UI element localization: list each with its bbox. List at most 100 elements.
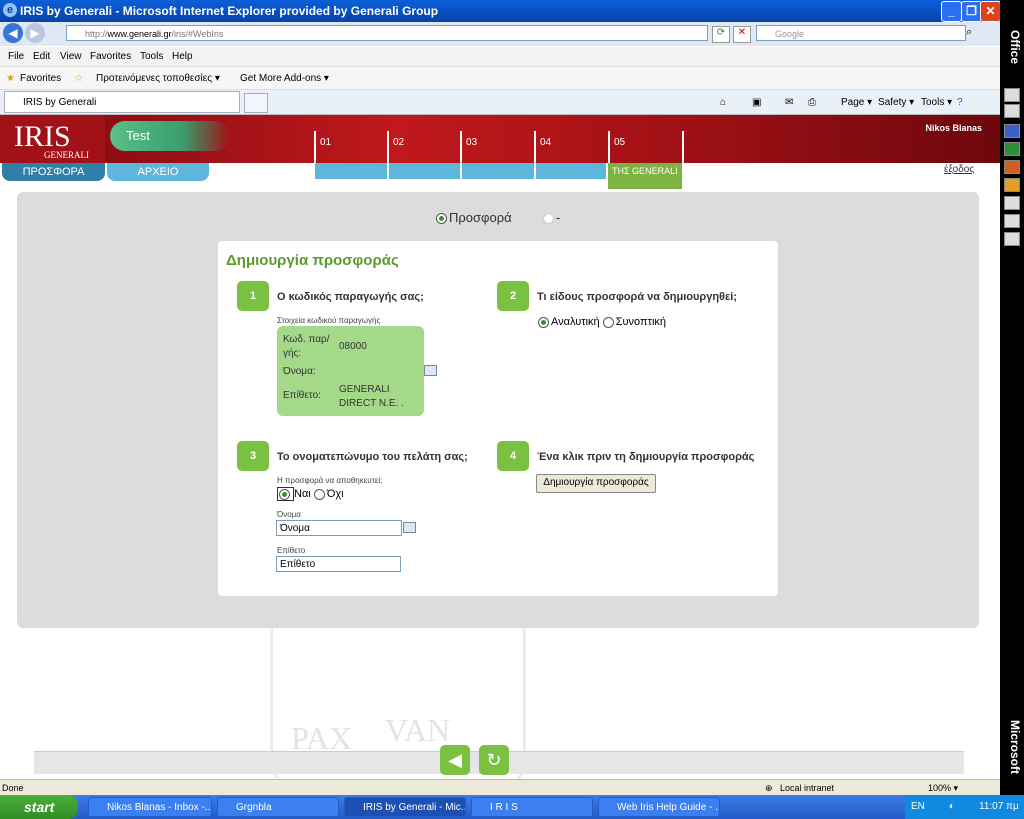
menu-favorites[interactable]: Favorites [90, 51, 131, 62]
microsoft-label: Microsoft [1008, 720, 1022, 774]
radio-offer[interactable] [436, 213, 447, 225]
search-input[interactable]: Google [756, 25, 966, 41]
step-number-3: 3 [237, 441, 269, 471]
step3-question: Το ονοματεπώνυμο του πελάτη σας; [277, 451, 468, 463]
radio-yes[interactable] [279, 488, 290, 500]
task-help-guide[interactable]: Web Iris Help Guide - ... [598, 797, 720, 817]
forward-arrow-icon[interactable]: ▶ [25, 23, 45, 43]
page-menu[interactable]: Page ▾ [841, 97, 872, 108]
maximize-button[interactable]: ❐ [961, 1, 982, 22]
word-icon[interactable] [1004, 124, 1020, 138]
create-offer-button[interactable]: Δημιουργία προσφοράς [536, 474, 656, 493]
create-offer-card: Δημιουργία προσφοράς 1 Ο κωδικός παραγωγ… [218, 241, 778, 596]
url-prefix: http:// [85, 29, 108, 39]
name-label: Όνομα: [283, 366, 316, 377]
office-app-icon[interactable] [1004, 196, 1020, 210]
new-tab-button[interactable] [244, 93, 268, 113]
get-addons[interactable]: Get More Add-ons ▾ [240, 73, 329, 84]
step1-question: Ο κωδικός παραγωγής σας; [277, 291, 424, 303]
start-button[interactable]: start [0, 795, 78, 819]
logo-subtext: GENERALI [44, 150, 89, 160]
office-app-icon[interactable] [1004, 104, 1020, 118]
step2-question: Τι είδους προσφορά να δημιουργηθεί; [537, 291, 737, 303]
user-name: Nikos Blanas [925, 123, 982, 133]
iris-logo[interactable]: IRIS GENERALI [0, 115, 105, 163]
home-icon[interactable]: ⌂ [720, 97, 726, 108]
office-app-icon[interactable] [1004, 88, 1020, 102]
window-title-bar: e IRIS by Generali - Microsoft Internet … [0, 0, 1001, 22]
tray-app-icon[interactable]: ◐ [949, 801, 955, 812]
help-icon[interactable]: ? [957, 97, 963, 108]
tab-archive[interactable]: ΑΡΧΕΙΟ [107, 163, 209, 181]
outlook-icon[interactable] [1004, 178, 1020, 192]
status-text: Done [2, 783, 24, 793]
tools-menu[interactable]: Tools ▾ [921, 97, 952, 108]
office-shortcut-bar: Office Microsoft [1000, 0, 1024, 795]
step-bar-04 [536, 163, 606, 179]
search-icon[interactable]: ⌕ [966, 26, 972, 39]
step-04[interactable]: 04 [534, 131, 608, 163]
stop-icon[interactable]: ✕ [733, 26, 751, 43]
forward-nav-icon[interactable]: ↻ [479, 745, 509, 775]
menu-help[interactable]: Help [172, 51, 193, 62]
surname-label: Επίθετο: [283, 390, 321, 401]
safety-menu[interactable]: Safety ▾ [878, 97, 914, 108]
web-page: PAX VAN IRIS GENERALI Test 01 02 03 04 0… [0, 115, 1000, 779]
favorites-button[interactable]: Favorites [20, 73, 61, 84]
mail-icon[interactable]: ✉ [785, 97, 793, 108]
menu-edit[interactable]: Edit [33, 51, 50, 62]
tab-offer[interactable]: ΠΡΟΣΦΟΡΑ [2, 163, 105, 181]
client-name-input[interactable]: Όνομα [276, 520, 402, 536]
task-iris-browser[interactable]: IRIS by Generali - Mic... [344, 797, 466, 817]
logout-link[interactable]: έξοδος [944, 164, 974, 175]
suggested-sites[interactable]: Προτεινόμενες τοποθεσίες ▾ [96, 73, 220, 84]
step-03[interactable]: 03 [460, 131, 534, 163]
menu-file[interactable]: File [8, 51, 24, 62]
step-01[interactable]: 01 [314, 131, 388, 163]
print-icon[interactable]: ⎙ [808, 97, 816, 108]
radio-detailed[interactable] [538, 316, 549, 328]
menu-tools[interactable]: Tools [140, 51, 163, 62]
favorites-bar: ★ Favorites ☆ Προτεινόμενες τοποθεσίες ▾… [0, 67, 1000, 90]
radio-summary[interactable] [602, 316, 614, 328]
save-offer-caption: Η προσφορά να αποθηκευτεί; [277, 476, 383, 485]
calendar-icon[interactable] [424, 365, 437, 376]
menu-view[interactable]: View [60, 51, 82, 62]
radio-other[interactable] [542, 213, 554, 225]
ie-icon: e [3, 3, 17, 17]
watermark-text: VAN [385, 712, 451, 748]
url-path: /iris/#WebIris [171, 29, 224, 39]
office-app-icon[interactable] [1004, 214, 1020, 228]
clock: 11:07 πμ [979, 801, 1019, 812]
security-zone: Local intranet [780, 783, 835, 793]
tab-label: IRIS by Generali [23, 97, 97, 108]
status-bar: Done ⊕ Local intranet 100% ▾ [0, 779, 1000, 796]
step-05[interactable]: 05 [608, 131, 684, 163]
excel-icon[interactable] [1004, 142, 1020, 156]
add-favorite-icon[interactable]: ☆ [74, 73, 83, 84]
language-indicator[interactable]: EN [911, 801, 925, 812]
mode-selector: Προσφορά - [436, 210, 560, 225]
office-app-icon[interactable] [1004, 232, 1020, 246]
step-02[interactable]: 02 [387, 131, 461, 163]
task-folder[interactable]: Grgnbla [217, 797, 339, 817]
task-inbox[interactable]: Nikos Blanas - Inbox -... [88, 797, 212, 817]
task-iris[interactable]: I R I S [471, 797, 593, 817]
calendar-icon[interactable] [403, 522, 416, 533]
step-bar-03 [462, 163, 534, 179]
close-button[interactable]: ✕ [980, 1, 1001, 22]
feeds-icon[interactable]: ▣ [752, 97, 761, 108]
step-label: 04 [540, 137, 552, 148]
refresh-icon[interactable]: ⟳ [712, 26, 730, 43]
tab-iris[interactable]: IRIS by Generali [4, 91, 240, 113]
back-nav-icon[interactable]: ◀ [440, 745, 470, 775]
address-input[interactable]: http://www.generali.gr/iris/#WebIris [66, 25, 708, 41]
minimize-button[interactable]: _ [941, 1, 962, 22]
tab-generali[interactable]: ΤΗΣ GENERALI [608, 163, 682, 189]
client-surname-input[interactable]: Επίθετο [276, 556, 401, 572]
zoom-control[interactable]: 100% ▾ [928, 783, 958, 794]
step-bar-02 [389, 163, 460, 179]
powerpoint-icon[interactable] [1004, 160, 1020, 174]
radio-no[interactable] [313, 488, 325, 500]
back-arrow-icon[interactable]: ◀ [3, 23, 23, 43]
